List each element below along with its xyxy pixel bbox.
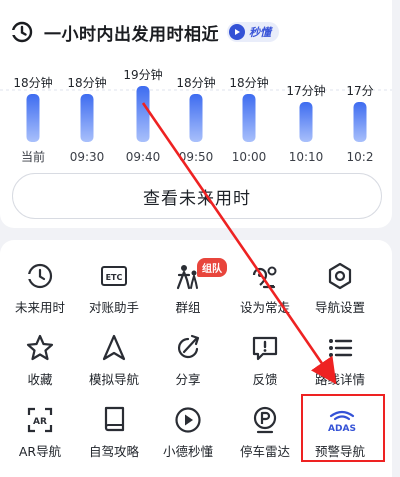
chart-tick-label: 09:30 xyxy=(70,150,105,164)
chart-data-label: 17分钟 xyxy=(286,83,325,98)
tool-label: 设为常走 xyxy=(239,300,290,315)
chart-svg: 18分钟当前 18分钟 09:30 19分钟 09:40 18分钟 09:50 18分钟 10:… xyxy=(0,67,392,164)
chart-bar[interactable] xyxy=(242,94,256,142)
view-future-time-button[interactable]: 查看未来用时 xyxy=(12,173,382,219)
tool-future-time[interactable]: 未来用时 xyxy=(0,253,80,319)
chart-bar[interactable] xyxy=(80,94,94,142)
parking-icon xyxy=(250,405,280,435)
chart-tick-label: 10:00 xyxy=(232,150,267,164)
chart-data-label: 18分钟 xyxy=(67,75,106,90)
zudui-badge: 组队 xyxy=(197,258,227,277)
play-icon xyxy=(229,24,245,40)
chart-tick-label: 10:2 xyxy=(347,150,374,164)
clock-icon xyxy=(11,21,33,43)
tool-label: 群组 xyxy=(175,300,201,315)
chart-bar[interactable] xyxy=(299,102,313,142)
tool-xiaode-explain[interactable]: 小德秒懂 xyxy=(148,397,228,463)
play-icon xyxy=(173,405,203,435)
chart-bar[interactable] xyxy=(189,94,203,142)
chart-tick-label: 09:40 xyxy=(126,150,161,164)
chart-bar[interactable] xyxy=(353,102,367,142)
tool-set-frequent[interactable]: 设为常走 xyxy=(225,253,305,319)
navigation-arrow-icon xyxy=(99,333,129,363)
chart-data-label: 18分钟 xyxy=(13,75,52,90)
chart-tick-label: 09:50 xyxy=(179,150,214,164)
tool-label: 分享 xyxy=(175,372,201,387)
feedback-icon xyxy=(250,333,280,363)
tool-label: 未来用时 xyxy=(14,300,65,315)
route-icon xyxy=(250,261,280,291)
etc-icon: ETC xyxy=(99,261,129,291)
miaodong-badge[interactable]: 秒懂 xyxy=(227,22,279,42)
share-icon xyxy=(173,333,203,363)
chart-bar[interactable] xyxy=(136,86,150,142)
tool-label: AR导航 xyxy=(18,444,62,459)
tool-etc-assistant[interactable]: ETC 对账助手 xyxy=(74,253,154,319)
view-future-time-label: 查看未来用时 xyxy=(143,188,251,209)
book-icon xyxy=(99,405,129,435)
chart-data-label: 18分钟 xyxy=(176,75,215,90)
tool-label: 反馈 xyxy=(252,372,278,387)
tool-label: 模拟导航 xyxy=(88,372,139,387)
tool-label: 小德秒懂 xyxy=(162,444,213,459)
tool-label: 导航设置 xyxy=(314,300,365,315)
chart-data-label: 18分钟 xyxy=(229,75,268,90)
list-icon xyxy=(325,333,355,363)
travel-time-card: 一小时内出发用时相近 秒懂 18分钟 当前 18分钟 09:30 19分钟 09:40 18… xyxy=(0,0,392,228)
svg-text:AR: AR xyxy=(33,417,47,427)
chart-tick-label: 当前 xyxy=(21,149,45,164)
chart-bar[interactable] xyxy=(26,94,40,142)
tool-feedback[interactable]: 反馈 xyxy=(225,325,305,391)
tool-drive-guide[interactable]: 自驾攻略 xyxy=(74,397,154,463)
tool-label: 收藏 xyxy=(27,372,53,387)
tool-share[interactable]: 分享 xyxy=(148,325,228,391)
annotation-highlight-box xyxy=(301,394,385,462)
miaodong-label: 秒懂 xyxy=(249,26,271,39)
tool-ar-nav[interactable]: AR AR导航 xyxy=(0,397,80,463)
chart-data-label: 19分钟 xyxy=(123,67,162,82)
star-icon xyxy=(25,333,55,363)
chart-tick-label: 10:10 xyxy=(289,150,324,164)
settings-icon xyxy=(325,261,355,291)
tool-parking-radar[interactable]: 停车雷达 xyxy=(225,397,305,463)
tool-label: 停车雷达 xyxy=(239,444,290,459)
tool-label: 路线详情 xyxy=(314,372,365,387)
ar-icon: AR xyxy=(25,405,55,435)
tool-favorite[interactable]: 收藏 xyxy=(0,325,80,391)
tool-label: 对账助手 xyxy=(88,300,139,315)
card-title: 一小时内出发用时相近 xyxy=(44,24,219,45)
tool-label: 自驾攻略 xyxy=(88,444,139,459)
clock-icon xyxy=(25,261,55,291)
departure-time-chart: 18分钟当前 18分钟 09:30 19分钟 09:40 18分钟 09:50 18分钟 10:… xyxy=(0,50,392,170)
card-header: 一小时内出发用时相近 秒懂 xyxy=(10,19,279,45)
tool-simulate-nav[interactable]: 模拟导航 xyxy=(74,325,154,391)
chart-data-label: 17分 xyxy=(346,84,373,98)
svg-text:ETC: ETC xyxy=(106,273,123,282)
tool-route-details[interactable]: 路线详情 xyxy=(300,325,380,391)
tool-nav-settings[interactable]: 导航设置 xyxy=(300,253,380,319)
